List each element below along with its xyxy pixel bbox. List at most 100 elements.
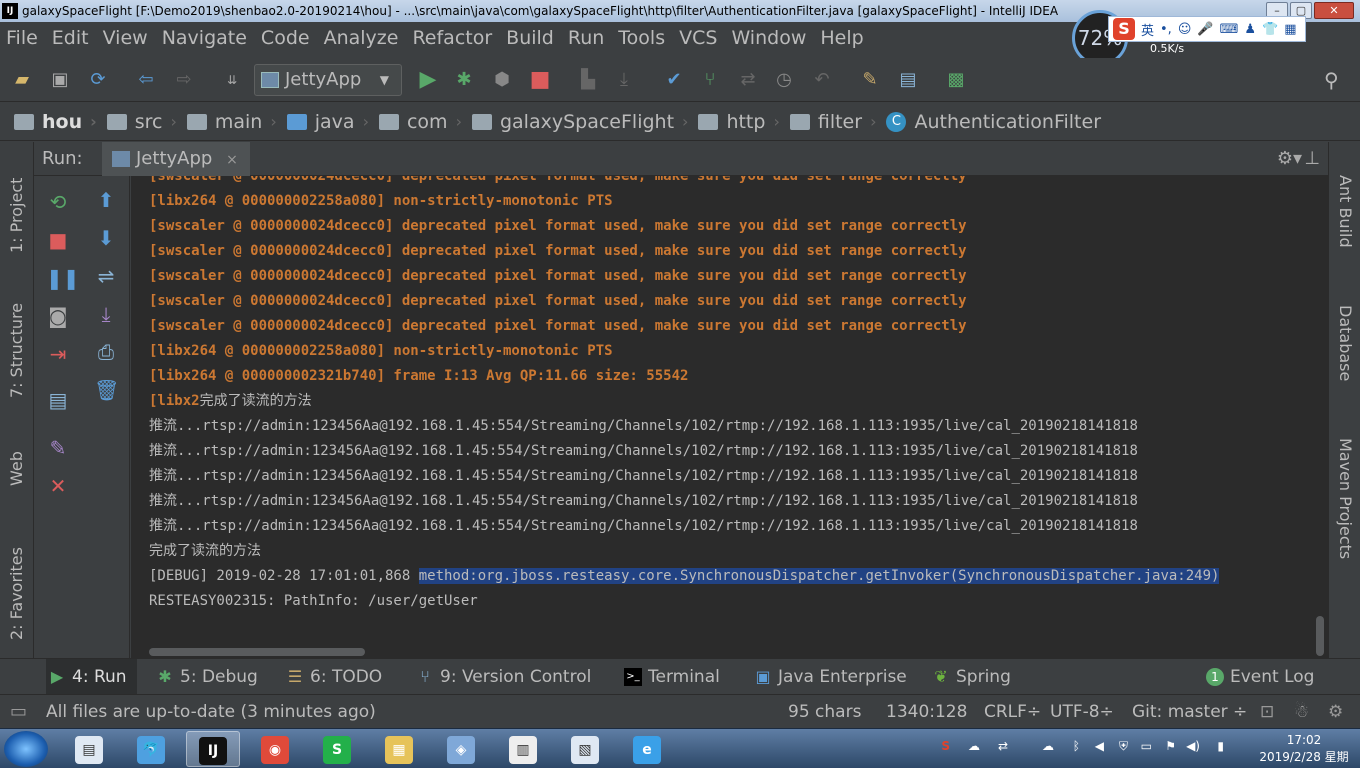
arrow-down-icon[interactable]: ⬇ [94,226,118,250]
run-configuration-select[interactable]: JettyApp ▼ [254,64,402,96]
git-branch[interactable]: Git: master ÷ [1132,695,1247,729]
caret-position[interactable]: 1340:128 [886,695,967,729]
speaker-icon[interactable]: ◀) [1186,739,1200,753]
pause-icon[interactable]: ❚❚ [46,266,80,290]
project-structure-icon[interactable]: ▤ [896,68,920,92]
punctuation-icon[interactable]: •, [1160,22,1172,37]
breadcrumb-item[interactable]: main › [186,111,277,133]
vcs-commit-icon[interactable]: ⑂ [698,68,722,92]
settings-wrench-icon[interactable]: ✎ [858,68,882,92]
network-icon[interactable]: ▮ [1217,739,1224,753]
inspector-icon[interactable]: ☃ [1294,695,1309,729]
notepad-app[interactable]: ▥ [496,731,550,767]
sogou-tray-icon[interactable]: S [941,739,950,753]
event-settings-icon[interactable]: ⚙ [1328,695,1343,729]
breadcrumb-item[interactable]: java › [286,111,369,133]
menu-file[interactable]: File [6,27,38,49]
breadcrumb-item[interactable]: C AuthenticationFilter [886,111,1101,133]
menu-navigate[interactable]: Navigate [162,27,247,49]
coverage-icon[interactable]: ⬢ [490,68,514,92]
bluetooth-icon[interactable]: ᛒ [1073,739,1080,753]
layout-icon[interactable]: ▤ [46,388,70,412]
stop-process-icon[interactable]: ■ [46,228,70,252]
breadcrumb-item[interactable]: hou › [14,111,97,133]
status-toggle-icon[interactable]: ▭ [10,695,27,729]
display-icon[interactable]: ▭ [1141,739,1152,753]
shield-icon[interactable]: ⛨ [1119,739,1128,754]
vcs-update-icon[interactable]: ✔ [662,68,686,92]
menu-run[interactable]: Run [568,27,604,49]
save-icon[interactable]: ▣ [48,68,72,92]
structure-tab[interactable]: 7: Structure [0,290,34,410]
start-button[interactable] [4,731,48,767]
transfer-tray-icon[interactable]: ⇄ [998,739,1008,753]
selected-text[interactable]: method:org.jboss.resteasy.core.Synchrono… [418,568,1220,584]
menu-code[interactable]: Code [261,27,310,49]
sogou-icon[interactable]: S [1113,18,1135,40]
menu-refactor[interactable]: Refactor [412,27,492,49]
trash-icon[interactable]: 🗑 [94,378,119,402]
lock-icon[interactable]: ⊡ [1260,695,1274,729]
tool-tab-java-enterprise[interactable]: ▣ Java Enterprise [752,659,906,695]
debug-bug-icon[interactable]: ✱ [452,68,476,92]
ime-toolbar[interactable]: S 英 •, ☺ 🎤 ⌨ ♟ 👕 ▦ [1108,16,1306,42]
pin-icon[interactable]: ✎ [46,436,70,460]
volume-mute-icon[interactable]: ◀ [1095,739,1104,753]
database-tab[interactable]: Database [1329,288,1360,398]
stop-icon[interactable]: ■ [528,68,552,92]
menu-build[interactable]: Build [506,27,554,49]
visual-studio-app[interactable]: ◈ [434,731,488,767]
maven-projects-tab[interactable]: Maven Projects [1329,424,1360,574]
print-icon[interactable]: ⎙ [94,340,118,364]
menu-help[interactable]: Help [820,27,863,49]
microphone-icon[interactable]: 🎤 [1197,22,1213,37]
arrow-up-icon[interactable]: ⬆ [94,188,118,212]
soft-wrap-icon[interactable]: ⇌ [94,264,118,288]
wechat-tray-icon[interactable]: ☁ [968,739,980,753]
dump-threads-icon[interactable]: ◙ [46,304,70,328]
menu-edit[interactable]: Edit [52,27,89,49]
cloud-tray-icon[interactable]: ☁ [1042,739,1054,753]
tab-jettyapp[interactable]: JettyApp × [102,142,250,176]
skin-icon[interactable]: 👕 [1262,22,1278,37]
sogou-app[interactable]: S [310,731,364,767]
forward-icon[interactable]: ⇨ [172,68,196,92]
gear-icon[interactable]: ⚙▾ [1277,148,1302,169]
revert-icon[interactable]: ↶ [810,68,834,92]
file-encoding[interactable]: UTF-8÷ [1050,695,1114,729]
close-tab-icon[interactable]: × [226,152,238,168]
build-icon[interactable]: ⇊ [220,68,244,92]
close-icon[interactable]: ✕ [46,474,70,498]
ant-build-tab[interactable]: Ant Build [1329,156,1360,266]
history-icon[interactable]: ◷ [772,68,796,92]
tool-tab-terminal[interactable]: >_ Terminal [622,659,720,695]
tool-tab-event-log[interactable]: 1 Event Log [1204,659,1314,695]
media-app[interactable]: ▧ [558,731,612,767]
console-output[interactable]: [swscaler @ 0000000024dcecc0] deprecated… [131,176,1328,658]
close-window-button[interactable]: ✕ [1314,2,1354,19]
chrome-app[interactable]: ◉ [248,731,302,767]
project-tab[interactable]: 1: Project [0,160,34,270]
flag-icon[interactable]: ⚑ [1165,739,1176,753]
emoji-icon[interactable]: ☺ [1178,22,1192,37]
breadcrumb-item[interactable]: http › [698,111,780,133]
download-icon[interactable]: ⤓ [612,68,636,92]
vertical-scrollbar[interactable] [1316,616,1324,656]
run-icon[interactable]: ▶ [416,68,440,92]
intellij-app[interactable]: IJ [186,731,240,767]
keyboard-icon[interactable]: ⌨ [1220,22,1239,37]
menu-analyze[interactable]: Analyze [324,27,399,49]
back-icon[interactable]: ⇦ [134,68,158,92]
sdk-icon[interactable]: ▩ [944,68,968,92]
exit-icon[interactable]: ⇥ [46,342,70,366]
favorites-tab[interactable]: 2: Favorites [0,534,34,654]
hide-panel-icon[interactable]: ⊥ [1304,148,1320,169]
sync-icon[interactable]: ⟳ [86,68,110,92]
tool-tab-5-debug[interactable]: ✱ 5: Debug [154,659,258,695]
tool-tab-6-todo[interactable]: ☰ 6: TODO [284,659,382,695]
open-folder-icon[interactable]: ▰ [10,68,34,92]
explorer-app[interactable]: ▤ [62,731,116,767]
ime-language[interactable]: 英 [1141,20,1154,39]
breadcrumb-item[interactable]: src › [106,111,177,133]
menu-vcs[interactable]: VCS [679,27,717,49]
